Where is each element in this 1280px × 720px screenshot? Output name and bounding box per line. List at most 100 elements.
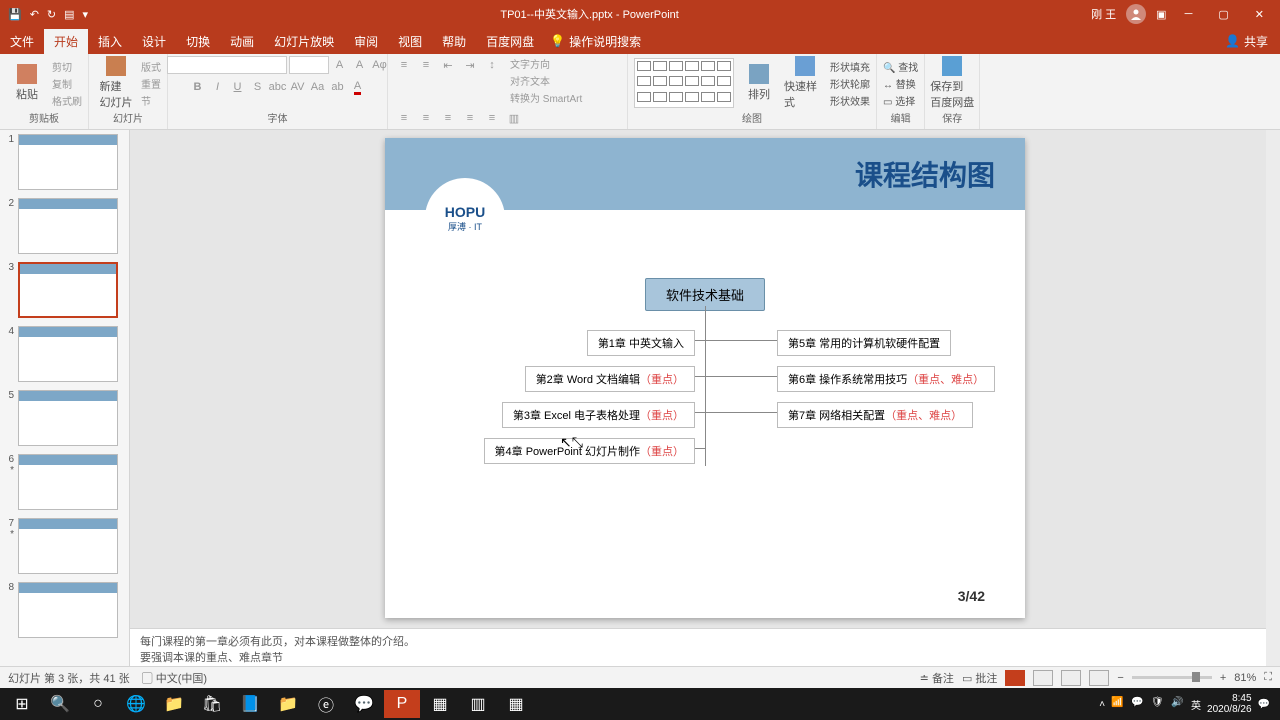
tray-wechat-icon[interactable]: 💬 xyxy=(1131,697,1145,711)
qat-more-icon[interactable]: ▾ xyxy=(83,8,89,21)
taskbar-explorer[interactable]: 📁 xyxy=(156,690,192,718)
smartart-button[interactable]: 转换为 SmartArt xyxy=(510,90,582,105)
tab-review[interactable]: 审阅 xyxy=(344,29,388,54)
taskbar-edge[interactable]: 🌐 xyxy=(118,690,154,718)
taskbar-app1[interactable]: 📘 xyxy=(232,690,268,718)
user-avatar-icon[interactable] xyxy=(1126,4,1146,24)
tray-up-icon[interactable]: ˄ xyxy=(1099,699,1105,710)
align-right-icon[interactable]: ≡ xyxy=(438,109,458,127)
tab-home[interactable]: 开始 xyxy=(44,29,88,54)
taskbar-app3[interactable]: ▦ xyxy=(422,690,458,718)
sorter-view-icon[interactable] xyxy=(1033,670,1053,686)
indent-inc-icon[interactable]: ⇥ xyxy=(460,56,480,74)
taskbar-ie[interactable]: ⓔ xyxy=(308,690,344,718)
replace-button[interactable]: ↔ 替换 xyxy=(883,76,918,91)
taskbar-app4[interactable]: ▥ xyxy=(460,690,496,718)
shapes-gallery[interactable] xyxy=(634,58,734,108)
quick-styles-button[interactable]: 快速样式 xyxy=(784,56,826,110)
numbering-icon[interactable]: ≡ xyxy=(416,56,436,74)
shape-effects-button[interactable]: 形状效果 xyxy=(830,93,870,108)
slide-thumbnails-panel[interactable]: 1 2 3 4 5 6* 7* 8 xyxy=(0,130,130,666)
slideshow-view-icon[interactable] xyxy=(1089,670,1109,686)
thumbnail-1[interactable] xyxy=(18,134,118,190)
logo[interactable]: HOPU 厚溥 · IT xyxy=(425,178,505,258)
tray-volume-icon[interactable]: 🔊 xyxy=(1171,697,1185,711)
tell-me-search[interactable]: 💡 操作说明搜索 xyxy=(550,33,641,50)
arrange-button[interactable]: 排列 xyxy=(738,56,780,110)
user-name[interactable]: 刚 王 xyxy=(1091,6,1116,22)
shape-outline-button[interactable]: 形状轮廓 xyxy=(830,76,870,91)
maximize-button[interactable]: ▢ xyxy=(1210,8,1236,21)
tab-transitions[interactable]: 切换 xyxy=(176,29,220,54)
reading-view-icon[interactable] xyxy=(1061,670,1081,686)
taskbar-store[interactable]: 🛍 xyxy=(194,690,230,718)
zoom-slider[interactable] xyxy=(1132,676,1212,679)
format-painter-button[interactable]: 格式刷 xyxy=(52,93,82,108)
close-button[interactable]: ✕ xyxy=(1247,8,1272,21)
thumbnail-8[interactable] xyxy=(18,582,118,638)
minimize-button[interactable]: ─ xyxy=(1177,8,1201,20)
case-button[interactable]: Aa xyxy=(309,78,327,96)
comments-toggle[interactable]: ▭ 批注 xyxy=(962,670,997,686)
cortana-icon[interactable]: ○ xyxy=(80,690,116,718)
tray-security-icon[interactable]: 🛡 xyxy=(1151,697,1165,711)
start-button[interactable]: ⊞ xyxy=(4,690,40,718)
zoom-in-icon[interactable]: + xyxy=(1220,672,1226,684)
tab-design[interactable]: 设计 xyxy=(132,29,176,54)
new-slide-button[interactable]: 新建 幻灯片 xyxy=(95,56,137,110)
node-ch2[interactable]: 第2章 Word 文档编辑（重点） xyxy=(525,366,695,392)
taskbar-wechat[interactable]: 💬 xyxy=(346,690,382,718)
paste-button[interactable]: 粘贴 xyxy=(6,56,48,110)
share-button[interactable]: 👤 共享 xyxy=(1213,33,1280,50)
notes-pane[interactable]: 每门课程的第一章必须有此页，对本课程做整体的介绍。 要强调本课的重点、难点章节 xyxy=(130,628,1280,666)
find-button[interactable]: 🔍 查找 xyxy=(883,59,918,74)
highlight-button[interactable]: ab xyxy=(329,78,347,96)
line-spacing-icon[interactable]: ↕ xyxy=(482,56,502,74)
node-ch1[interactable]: 第1章 中英文输入 xyxy=(587,330,695,356)
thumbnail-3[interactable] xyxy=(18,262,118,318)
bold-button[interactable]: B xyxy=(189,78,207,96)
node-ch5[interactable]: 第5章 常用的计算机软硬件配置 xyxy=(777,330,951,356)
text-direction-button[interactable]: 文字方向 xyxy=(510,56,582,71)
align-center-icon[interactable]: ≡ xyxy=(416,109,436,127)
tab-help[interactable]: 帮助 xyxy=(432,29,476,54)
justify-icon[interactable]: ≡ xyxy=(460,109,480,127)
indent-dec-icon[interactable]: ⇤ xyxy=(438,56,458,74)
diagram[interactable]: 软件技术基础 第1章 中英文输入 第2章 Word 文档编辑（重点） 第3章 E… xyxy=(385,278,1025,538)
underline-button[interactable]: U xyxy=(229,78,247,96)
canvas-scroll[interactable]: 课程结构图 HOPU 厚溥 · IT 软件技术基础 第1章 中英文输入 第2章 … xyxy=(130,130,1280,628)
decrease-font-icon[interactable]: A xyxy=(351,56,369,74)
taskbar-app5[interactable]: ▦ xyxy=(498,690,534,718)
tray-network-icon[interactable]: 📶 xyxy=(1111,697,1125,711)
undo-icon[interactable]: ↶ xyxy=(30,8,39,21)
redo-icon[interactable]: ↻ xyxy=(47,8,56,21)
search-icon[interactable]: 🔍 xyxy=(42,690,78,718)
clear-format-icon[interactable]: Aφ xyxy=(371,56,389,74)
node-ch6[interactable]: 第6章 操作系统常用技巧（重点、难点） xyxy=(777,366,995,392)
thumbnail-6[interactable] xyxy=(18,454,118,510)
fit-window-icon[interactable]: ⛶ xyxy=(1264,671,1272,684)
tab-animations[interactable]: 动画 xyxy=(220,29,264,54)
font-color-button[interactable]: A xyxy=(349,78,367,96)
notifications-icon[interactable]: 💬 xyxy=(1258,699,1270,710)
italic-button[interactable]: I xyxy=(209,78,227,96)
strike-button[interactable]: S xyxy=(249,78,267,96)
shadow-button[interactable]: abc xyxy=(269,78,287,96)
node-ch4[interactable]: 第4章 PowerPoint 幻灯片制作（重点） xyxy=(484,438,695,464)
tab-baidu[interactable]: 百度网盘 xyxy=(476,29,544,54)
clock[interactable]: 8:45 2020/8/26 xyxy=(1207,693,1252,715)
align-text-button[interactable]: 对齐文本 xyxy=(510,73,582,88)
slide-counter[interactable]: 幻灯片 第 3 张，共 41 张 xyxy=(8,670,130,686)
start-from-beginning-icon[interactable]: ▤ xyxy=(64,8,74,21)
reset-button[interactable]: 重置 xyxy=(141,76,161,91)
tab-insert[interactable]: 插入 xyxy=(88,29,132,54)
save-baidu-button[interactable]: 保存到 百度网盘 xyxy=(931,56,973,110)
zoom-level[interactable]: 81% xyxy=(1234,672,1256,684)
zoom-out-icon[interactable]: − xyxy=(1117,672,1123,684)
font-size-combo[interactable] xyxy=(289,56,329,74)
section-button[interactable]: 节 xyxy=(141,93,161,108)
vertical-scrollbar[interactable] xyxy=(1266,130,1280,666)
slide-title[interactable]: 课程结构图 xyxy=(855,154,995,194)
shape-fill-button[interactable]: 形状填充 xyxy=(830,59,870,74)
taskbar-powerpoint[interactable]: P xyxy=(384,690,420,718)
